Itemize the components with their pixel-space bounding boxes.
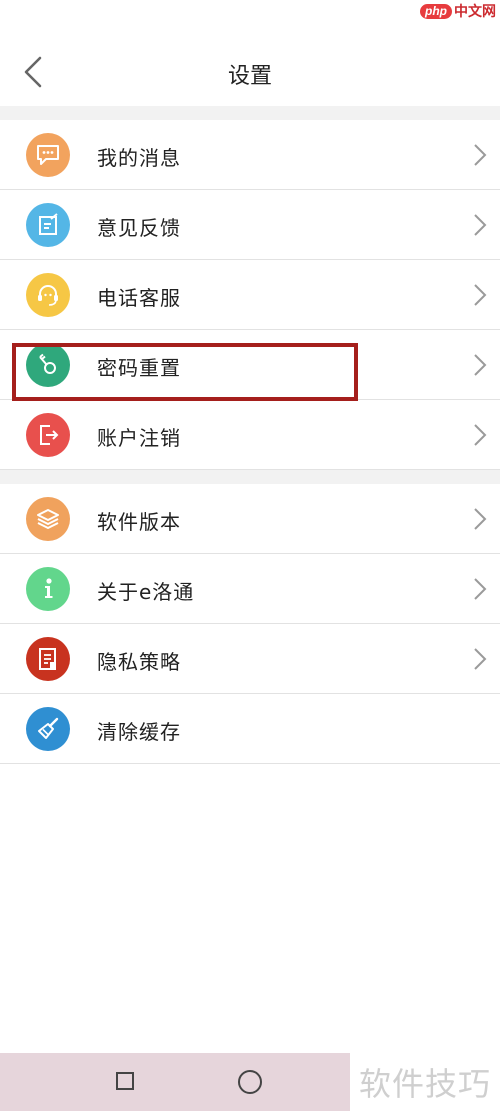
php-watermark-text: 中文网 bbox=[454, 4, 496, 20]
home-button[interactable] bbox=[238, 1070, 262, 1094]
settings-item-clear-cache[interactable]: 清除缓存 bbox=[0, 694, 500, 764]
chevron-right-icon bbox=[474, 214, 487, 236]
headset-icon bbox=[26, 273, 70, 317]
document-icon bbox=[26, 637, 70, 681]
chevron-right-icon bbox=[474, 354, 487, 376]
header: 设置 bbox=[0, 40, 500, 106]
settings-item-messages[interactable]: 我的消息 bbox=[0, 120, 500, 190]
settings-item-label: 密码重置 bbox=[97, 356, 181, 380]
settings-item-label: 电话客服 bbox=[97, 286, 181, 310]
chevron-right-icon bbox=[474, 284, 487, 306]
settings-item-label: 关于e洛通 bbox=[97, 580, 195, 604]
settings-item-about[interactable]: 关于e洛通 bbox=[0, 554, 500, 624]
chevron-right-icon bbox=[474, 508, 487, 530]
section-divider bbox=[0, 106, 500, 120]
chevron-right-icon bbox=[474, 424, 487, 446]
settings-item-phone-support[interactable]: 电话客服 bbox=[0, 260, 500, 330]
logout-icon bbox=[26, 413, 70, 457]
page-title: 设置 bbox=[227, 64, 272, 89]
settings-item-label: 账户注销 bbox=[97, 426, 181, 450]
recent-apps-button[interactable] bbox=[116, 1072, 134, 1090]
settings-item-label: 隐私策略 bbox=[97, 650, 181, 674]
settings-item-label: 我的消息 bbox=[97, 146, 181, 170]
settings-item-password-reset[interactable]: 密码重置 bbox=[0, 330, 500, 400]
broom-icon bbox=[26, 707, 70, 751]
bottom-watermark: 软件技巧 bbox=[358, 1065, 491, 1103]
chevron-right-icon bbox=[474, 578, 487, 600]
section-divider bbox=[0, 470, 500, 484]
message-icon bbox=[26, 133, 70, 177]
settings-group-1: 我的消息 意见反馈 电话客服 密码重置 账户注销 bbox=[0, 120, 500, 470]
feedback-icon bbox=[26, 203, 70, 247]
system-nav-bar bbox=[0, 1053, 350, 1111]
settings-item-delete-account[interactable]: 账户注销 bbox=[0, 400, 500, 470]
php-badge: php bbox=[420, 3, 452, 19]
info-icon bbox=[26, 567, 70, 611]
settings-item-privacy-policy[interactable]: 隐私策略 bbox=[0, 624, 500, 694]
chevron-right-icon bbox=[474, 144, 487, 166]
settings-item-label: 软件版本 bbox=[97, 510, 181, 534]
settings-item-app-version[interactable]: 软件版本 bbox=[0, 484, 500, 554]
php-watermark: php 中文网 bbox=[404, 0, 500, 22]
settings-item-feedback[interactable]: 意见反馈 bbox=[0, 190, 500, 260]
key-icon bbox=[26, 343, 70, 387]
layers-icon bbox=[26, 497, 70, 541]
chevron-right-icon bbox=[474, 648, 487, 670]
settings-item-label: 意见反馈 bbox=[97, 216, 181, 240]
settings-group-2: 软件版本 关于e洛通 隐私策略 清除缓存 bbox=[0, 484, 500, 764]
settings-item-label: 清除缓存 bbox=[97, 720, 181, 744]
settings-screen: php 中文网 设置 我的消息 意见反馈 电话客服 密码重置 账户注销 软件版本… bbox=[0, 0, 500, 1111]
